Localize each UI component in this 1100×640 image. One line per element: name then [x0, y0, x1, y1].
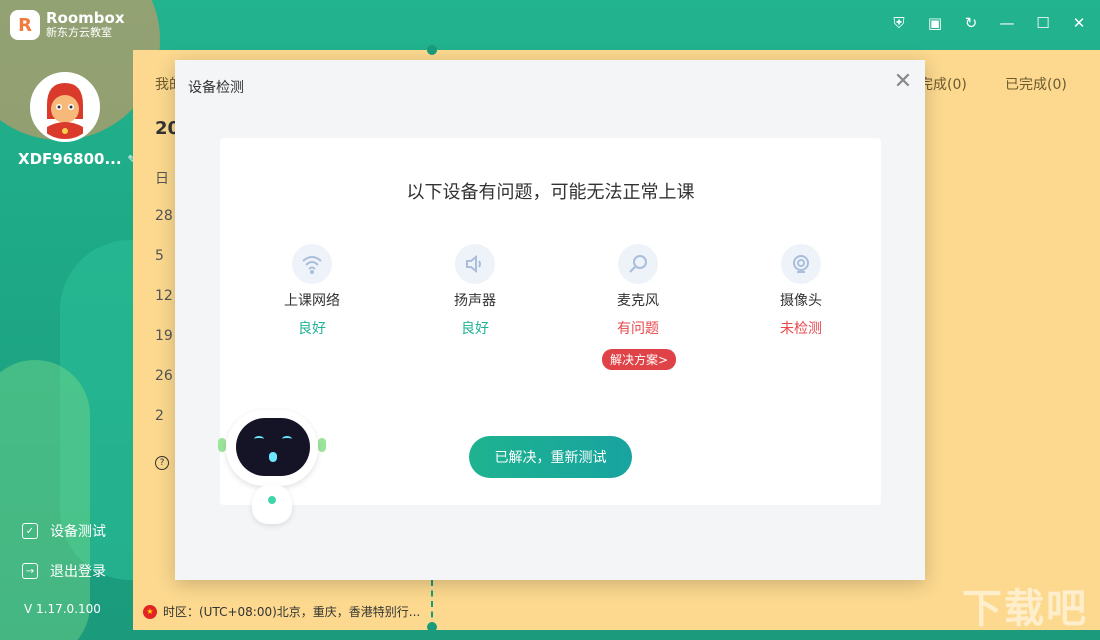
robot-face	[236, 418, 310, 476]
robot-eye	[254, 436, 264, 442]
robot-mouth	[269, 452, 277, 462]
device-name: 麦克风	[617, 293, 659, 309]
retest-button[interactable]: 已解决，重新测试	[469, 436, 632, 478]
robot-mascot	[212, 410, 332, 530]
robot-ear	[218, 438, 226, 452]
refresh-icon[interactable]: ↻	[962, 14, 980, 32]
robot-body	[252, 484, 292, 524]
camera-icon	[781, 244, 821, 284]
device-name: 上课网络	[284, 293, 340, 309]
calendar-date[interactable]: 28	[155, 208, 173, 224]
maximize-button[interactable]: ☐	[1034, 14, 1052, 32]
calendar-date[interactable]: 26	[155, 368, 173, 384]
sidebar-item-device-test[interactable]: ✓ 设备测试	[22, 521, 106, 541]
username-text: XDF96800...	[18, 150, 122, 168]
sidebar-item-label: 退出登录	[50, 564, 106, 580]
roombox-logo-icon: R	[10, 10, 40, 40]
username: XDF96800... ✎	[18, 150, 137, 168]
device-status: 良好	[298, 321, 326, 337]
device-network: 上课网络 良好	[262, 244, 362, 338]
background-decoration	[0, 360, 90, 640]
device-test-icon: ✓	[22, 523, 38, 539]
timeline-dot	[427, 45, 437, 55]
close-window-button[interactable]: ✕	[1070, 14, 1088, 32]
sidebar-item-label: 设备测试	[50, 524, 106, 540]
calendar-date[interactable]: 5	[155, 248, 164, 264]
minimize-button[interactable]: —	[998, 14, 1016, 32]
help-icon[interactable]: ?	[155, 456, 169, 470]
app-name: Roombox	[46, 9, 125, 28]
calendar-date[interactable]: 19	[155, 328, 173, 344]
calendar-date[interactable]: 12	[155, 288, 173, 304]
device-name: 扬声器	[454, 293, 496, 309]
device-status: 良好	[461, 321, 489, 337]
calendar-weekday: 日	[155, 171, 169, 187]
timeline-line	[431, 580, 433, 628]
robot-ear	[318, 438, 326, 452]
avatar[interactable]	[30, 72, 100, 142]
device-microphone: 麦克风 有问题	[588, 244, 688, 338]
device-name: 摄像头	[780, 293, 822, 309]
robot-light	[268, 496, 276, 504]
app-logo: R Roombox 新东方云教室	[10, 10, 125, 40]
timezone-selector[interactable]: ★ 时区：(UTC+08:00)北京，重庆，香港特别行...	[143, 603, 420, 620]
device-status: 有问题	[617, 321, 659, 337]
timeline-dot	[427, 622, 437, 632]
timezone-text: 时区：(UTC+08:00)北京，重庆，香港特别行...	[163, 605, 421, 619]
china-flag-icon: ★	[143, 604, 157, 619]
robot-eye	[282, 436, 292, 442]
logout-icon: →	[22, 563, 38, 579]
sidebar-item-logout[interactable]: → 退出登录	[22, 561, 106, 581]
tab-finished[interactable]: 已完成(0)	[1005, 74, 1067, 94]
speaker-icon	[455, 244, 495, 284]
close-icon[interactable]: ✕	[893, 71, 913, 93]
device-check-heading: 以下设备有问题，可能无法正常上课	[406, 182, 695, 203]
calendar-date[interactable]: 2	[155, 408, 164, 424]
device-speaker: 扬声器 良好	[425, 244, 525, 338]
app-subtitle: 新东方云教室	[46, 26, 112, 40]
calendar-icon[interactable]: ▣	[926, 14, 944, 32]
microphone-icon	[618, 244, 658, 284]
microphone-solution-button[interactable]: 解决方案>	[602, 349, 677, 370]
device-status: 未检测	[780, 321, 822, 337]
device-camera: 摄像头 未检测	[751, 244, 851, 338]
robot-head	[226, 410, 318, 486]
shield-icon[interactable]: ⛨	[890, 14, 908, 32]
dialog-title: 设备检测	[188, 80, 244, 96]
wifi-icon	[292, 244, 332, 284]
watermark: 下载吧	[962, 586, 1088, 632]
app-version: V 1.17.0.100	[24, 602, 101, 616]
window-controls: ⛨ ▣ ↻ — ☐ ✕	[890, 14, 1088, 32]
